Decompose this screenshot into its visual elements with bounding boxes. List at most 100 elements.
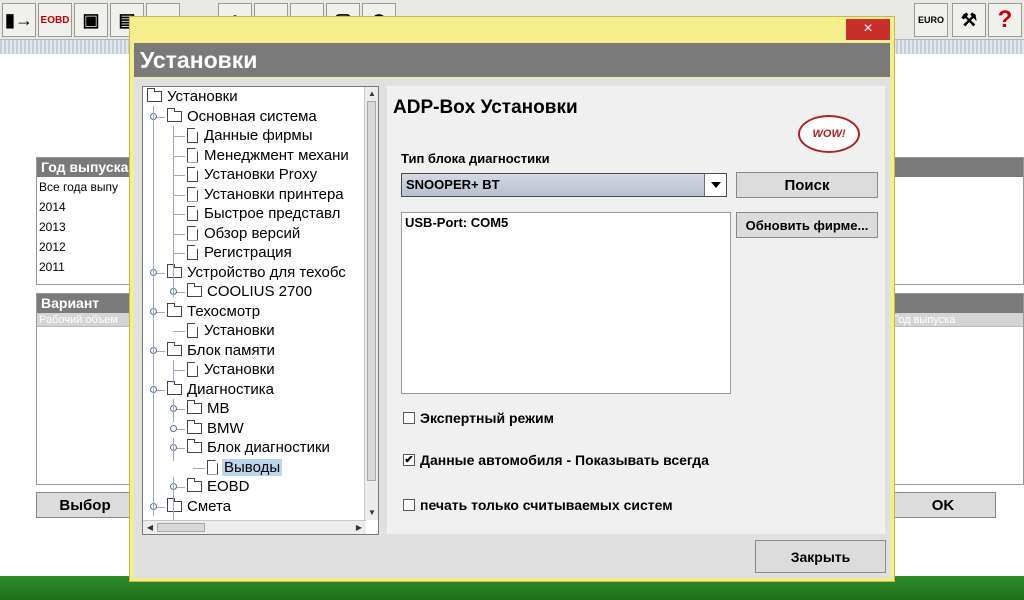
document-icon [187,362,198,377]
tree-connector [173,155,185,157]
year-panel: Год выпуска Все года выпу 2014 2013 2012 201… [36,157,134,285]
tree-node[interactable]: COOLIUS 2700 [187,282,314,301]
tree-node[interactable]: Обзор версий [187,224,302,243]
tree-guide-line [173,438,174,461]
variant-panel-right-header [891,294,1023,313]
device-type-select[interactable]: SNOOPER+ BT [401,173,727,197]
port-text: USB-Port: COM5 [405,215,509,230]
search-button[interactable]: Поиск [736,172,878,198]
tree-node[interactable]: MB [187,399,232,418]
eobd-icon[interactable]: EOBD [38,3,72,37]
tree-node-label: Выводы [222,458,283,476]
tree-node[interactable]: Установки [187,360,277,379]
tree-horizontal-scrollbar[interactable]: ◀ ▶ [143,520,366,534]
tree-node-label: EOBD [207,478,250,495]
checkbox-box[interactable] [403,499,415,511]
document-icon [187,128,198,143]
tool-icon[interactable]: ⚒ [952,3,986,37]
expert-mode-checkbox[interactable]: Экспертный режим [403,410,554,426]
year-item[interactable]: 2011 [37,257,133,277]
year-item[interactable]: 2014 [37,197,133,217]
tree-connector [193,467,205,469]
help-icon[interactable]: ? [988,3,1022,37]
scroll-up-icon[interactable]: ▲ [365,87,378,101]
ok-button[interactable]: OK [890,492,996,518]
device-type-value: SNOOPER+ BT [406,177,500,192]
settings-tree[interactable]: Установки Основная система Данные фирмы Мен… [142,86,379,535]
folder-icon [187,478,202,492]
tree-node[interactable]: Установки [147,87,240,106]
chevron-down-icon[interactable] [704,174,726,196]
tree-node[interactable]: Данные фирмы [187,126,315,145]
close-icon[interactable]: × [846,19,890,40]
year-panel-right-header [891,158,1023,177]
tree-node[interactable]: Выводы [207,458,283,477]
document-icon [187,186,198,202]
document-icon [187,167,198,182]
document-icon [187,323,198,338]
variant-column-header: Рабочий объем [37,313,133,327]
expert-mode-label: Экспертный режим [420,410,554,426]
tree-node[interactable]: Регистрация [187,243,294,262]
tree-node[interactable]: Установки принтера [187,185,346,204]
tree-node-label: Установки Proxy [204,166,318,183]
folder-icon [187,439,202,453]
year-list: Все года выпу 2014 2013 2012 2011 [37,177,133,277]
tree-node-label: Установки [167,88,238,105]
tree-node[interactable]: Блок памяти [167,341,277,360]
folder-icon [167,497,182,512]
scroll-down-icon[interactable]: ▼ [365,506,378,520]
tree-node-label: Установки [204,322,275,339]
tree-node[interactable]: Установки Proxy [187,165,319,184]
wow-logo: WOW! [798,115,860,153]
print-only-checkbox[interactable]: печать только считываемых систем [403,497,673,513]
tree-node[interactable]: Диагностика [167,380,276,399]
year-item[interactable]: 2013 [37,217,133,237]
year-item[interactable]: 2012 [37,237,133,257]
scroll-right-icon[interactable]: ▶ [352,521,366,534]
tree-vertical-scrollbar[interactable]: ▲ ▼ [364,87,378,520]
year-item[interactable]: Все года выпу [37,177,133,197]
select-button[interactable]: Выбор [36,492,134,518]
expand-toggle-icon[interactable] [170,424,177,432]
tree-node-label: Менеджмент механи [204,146,349,164]
tree-node-label: BMW [207,419,244,437]
scroll-left-icon[interactable]: ◀ [143,521,157,534]
tree-node-label: Блок диагностики [207,439,330,456]
tree-node[interactable]: Основная система [167,107,319,126]
checkbox-box[interactable] [403,412,415,424]
tree-node[interactable]: BMW [187,419,246,438]
port-textbox[interactable]: USB-Port: COM5 [401,212,731,394]
tree-node-label: Обзор версий [204,224,301,242]
tree-node[interactable]: Устройство для техобс [167,263,348,282]
tree-hscroll-thumb[interactable] [157,523,205,532]
document-icon [187,147,198,163]
document-icon [187,245,198,260]
tree-node-label: Регистрация [204,244,292,261]
tree-node[interactable]: Смета [167,497,233,516]
tree-node[interactable]: Блок диагностики [187,438,332,457]
close-button[interactable]: Закрыть [755,540,886,573]
tree-node[interactable]: Быстрое представл [187,204,342,223]
settings-dialog: × Установки Установки Основная система Дан… [129,16,895,582]
monitor-icon[interactable]: ▣ [74,3,108,37]
tree-node-label: Быстрое представл [204,205,341,222]
exit-icon[interactable]: ▮→ [2,3,36,37]
euro-car-icon[interactable]: EURO [914,3,948,37]
tree-node[interactable]: Установки [187,321,277,340]
vehicle-data-checkbox[interactable]: ✔ Данные автомобиля - Показывать всегда [403,452,709,468]
update-firmware-button[interactable]: Обновить фирме... [736,212,878,238]
tree-node[interactable]: Техосмотр [167,302,262,321]
tree-node[interactable]: EOBD [187,477,252,496]
tree-connector [173,136,185,137]
tree-node[interactable]: Менеджмент механи [187,146,351,165]
tree-node-label: Установки принтера [204,185,344,203]
year-panel-title: Год выпуска [37,158,133,177]
checkbox-box[interactable]: ✔ [403,454,415,466]
tree-scroll-thumb[interactable] [367,101,376,481]
dialog-body: Установки Основная система Данные фирмы Мен… [134,78,890,578]
document-icon [207,459,218,475]
tree-node-label: COOLIUS 2700 [207,283,313,300]
variant-panel: Вариант Рабочий объем [36,293,134,485]
tree-node-label: Техосмотр [187,302,261,320]
